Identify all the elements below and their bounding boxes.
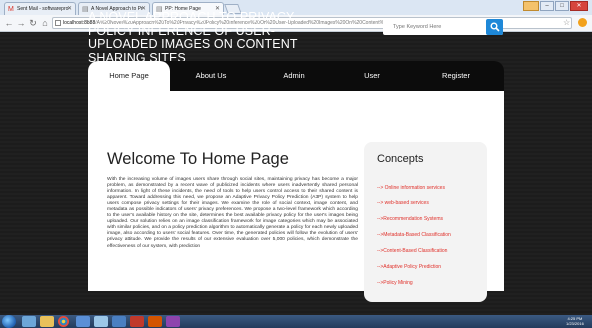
forward-arrow-icon[interactable]: → bbox=[15, 17, 27, 29]
nav-about-us[interactable]: About Us bbox=[170, 61, 252, 91]
concept-link-recommendation-systems[interactable]: -->Recommendation Systems bbox=[377, 216, 443, 222]
concept-link-adaptive-policy-prediction[interactable]: -->Adaptive Policy Prediction bbox=[377, 264, 441, 270]
close-icon[interactable]: ✕ bbox=[67, 5, 72, 12]
user-profile-button[interactable] bbox=[523, 1, 539, 11]
minimize-button[interactable]: – bbox=[540, 1, 554, 11]
concept-link-content-classification[interactable]: -->Content-Based Classification bbox=[377, 248, 447, 254]
app-icon[interactable] bbox=[112, 316, 126, 327]
concepts-title: Concepts bbox=[377, 153, 424, 165]
tab-sent-mail[interactable]: M Sent Mail - softwarepro ✕ bbox=[4, 2, 76, 15]
nav-home-page[interactable]: Home Page bbox=[88, 61, 170, 91]
concept-link-metadata-classification[interactable]: -->Metadata-Based Classification bbox=[377, 232, 451, 238]
gmail-icon: M bbox=[8, 6, 14, 13]
reload-icon[interactable]: ↻ bbox=[27, 17, 39, 29]
window-close-button[interactable]: ✕ bbox=[570, 1, 588, 11]
concepts-sidebar bbox=[364, 142, 487, 302]
search-icon bbox=[490, 22, 500, 32]
nav-register[interactable]: Register bbox=[408, 61, 504, 91]
network-icon[interactable] bbox=[94, 316, 108, 327]
page-title: Welcome To Home Page bbox=[107, 150, 289, 168]
intro-paragraph: With the increasing volume of images use… bbox=[107, 177, 358, 249]
concept-link-policy-mining[interactable]: -->Policy Mining bbox=[377, 280, 413, 286]
search-button[interactable] bbox=[486, 19, 503, 35]
nav-user[interactable]: User bbox=[336, 61, 408, 91]
media-player-icon[interactable] bbox=[76, 316, 90, 327]
window-controls: – □ ✕ bbox=[523, 1, 588, 11]
tab-label: Sent Mail - softwarepro bbox=[17, 6, 69, 12]
folder-icon[interactable] bbox=[40, 316, 54, 327]
chrome-icon[interactable] bbox=[58, 316, 69, 327]
bookmark-star-icon[interactable]: ☆ bbox=[563, 18, 570, 27]
internet-explorer-icon[interactable] bbox=[22, 316, 36, 327]
concept-link-online-information-services[interactable]: --> Online information services bbox=[377, 185, 445, 191]
main-nav: Home Page About Us Admin User Register bbox=[88, 61, 504, 91]
start-button[interactable] bbox=[2, 315, 16, 328]
app-icon[interactable] bbox=[166, 316, 180, 327]
page-info-icon[interactable] bbox=[55, 20, 61, 26]
back-arrow-icon[interactable]: ← bbox=[3, 17, 15, 29]
nav-admin[interactable]: Admin bbox=[252, 61, 336, 91]
extension-icon[interactable] bbox=[578, 18, 587, 27]
site-title: A NOVEL APPROACH TO PRIVACY POLICY INFER… bbox=[88, 10, 298, 65]
clock-date: 1/23/2016 bbox=[566, 321, 584, 326]
home-icon[interactable]: ⌂ bbox=[39, 17, 51, 29]
app-icon[interactable] bbox=[148, 316, 162, 327]
app-icon[interactable] bbox=[130, 316, 144, 327]
taskbar: 4:25 PM 1/23/2016 bbox=[0, 315, 592, 328]
clock[interactable]: 4:25 PM 1/23/2016 bbox=[566, 316, 584, 326]
concept-link-web-based-services[interactable]: --> web-based services bbox=[377, 200, 429, 206]
search-input[interactable] bbox=[383, 19, 486, 35]
maximize-button[interactable]: □ bbox=[555, 1, 569, 11]
